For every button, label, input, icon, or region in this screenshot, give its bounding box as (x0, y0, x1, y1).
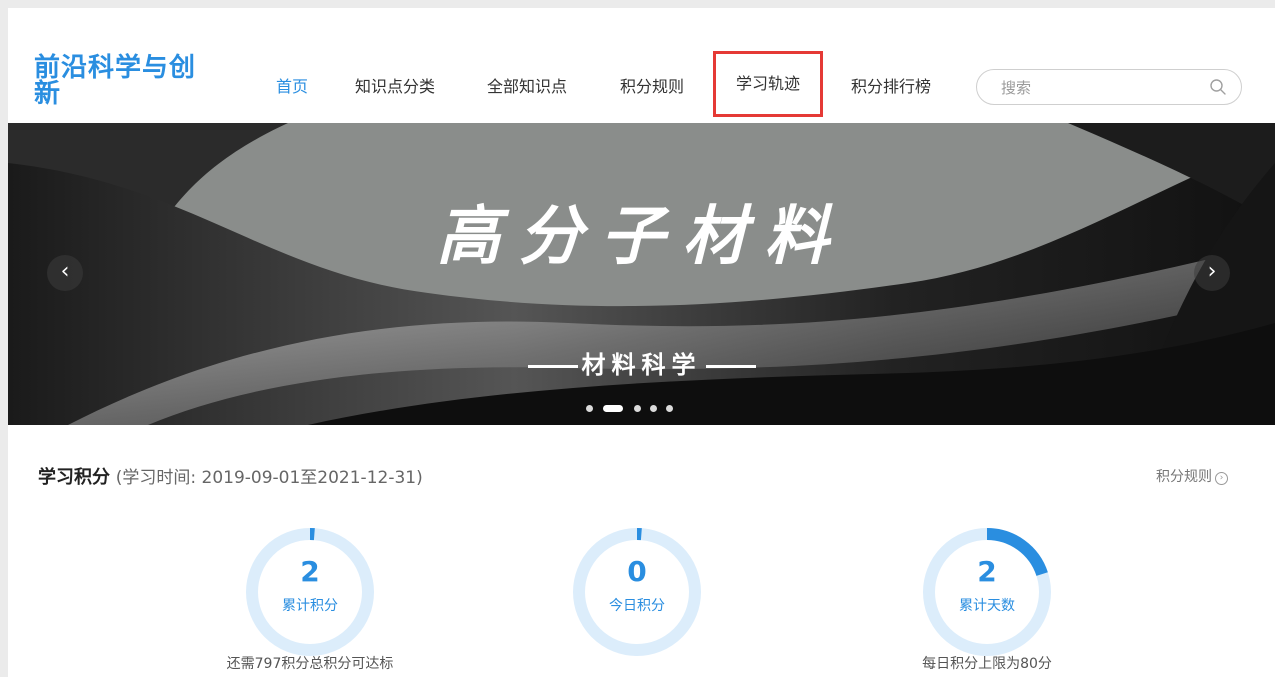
stat-note-total: 还需797积分总积分可达标 (226, 656, 394, 672)
nav-item-categories[interactable]: 知识点分类 (355, 72, 435, 102)
page: 前沿科学与创新 首页 知识点分类 全部知识点 积分规则 学习轨迹 积分排行榜 搜… (8, 8, 1275, 677)
progress-ring (246, 528, 374, 656)
carousel-prev-button[interactable]: ‹ (47, 255, 83, 291)
stat-today-points: 0 今日积分 (569, 524, 705, 660)
banner-subtitle-text: 材料科学 (581, 351, 702, 379)
stat-total-points: 2 累计积分 (242, 524, 378, 660)
stat-label: 今日积分 (609, 598, 665, 614)
nav-item-all-points[interactable]: 全部知识点 (487, 72, 567, 102)
subtitle-dash-left (527, 364, 578, 368)
stat-label: 累计积分 (282, 598, 338, 614)
stat-label: 累计天数 (959, 598, 1015, 614)
banner-title: 高分子材料 (436, 199, 847, 274)
points-section-title: 学习积分 (学习时间: 2019-09-01至2021-12-31) (38, 463, 423, 489)
progress-ring (573, 528, 701, 656)
banner-subtitle: 材料科学 (8, 345, 1275, 380)
nav-item-leaderboard[interactable]: 积分排行榜 (851, 72, 931, 102)
stat-note-days: 每日积分上限为80分 (922, 656, 1052, 672)
carousel-dot-active[interactable] (603, 405, 623, 412)
stat-value: 2 (977, 555, 997, 588)
chevron-right-circle-icon: › (1215, 472, 1228, 485)
carousel-dot[interactable] (650, 405, 657, 412)
carousel-dot[interactable] (666, 405, 673, 412)
progress-ring (923, 528, 1051, 656)
stat-value: 2 (300, 555, 320, 588)
search-icon[interactable] (1209, 78, 1227, 96)
points-title: 学习积分 (38, 467, 110, 488)
carousel-dot[interactable] (586, 405, 593, 412)
stat-value: 0 (627, 555, 647, 588)
hero-banner: 高分子材料 材料科学 ‹ › (8, 123, 1275, 425)
nav-item-learning-track[interactable]: 学习轨迹 (713, 51, 824, 117)
subtitle-dash-right (705, 364, 756, 368)
site-header: 前沿科学与创新 首页 知识点分类 全部知识点 积分规则 学习轨迹 积分排行榜 (8, 8, 1275, 123)
carousel-next-button[interactable]: › (1194, 255, 1230, 291)
points-rules-link[interactable]: 积分规则 › (1156, 466, 1228, 486)
stat-total-days: 2 累计天数 (919, 524, 1055, 660)
carousel-dot[interactable] (634, 405, 641, 412)
nav-item-home[interactable]: 首页 (276, 72, 308, 102)
nav-item-rules[interactable]: 积分规则 (620, 72, 684, 102)
points-rules-label: 积分规则 (1156, 469, 1212, 485)
search-input[interactable] (1001, 77, 1201, 99)
search-box (976, 69, 1242, 105)
site-logo[interactable]: 前沿科学与创新 (34, 55, 214, 107)
study-period: (学习时间: 2019-09-01至2021-12-31) (115, 468, 423, 488)
